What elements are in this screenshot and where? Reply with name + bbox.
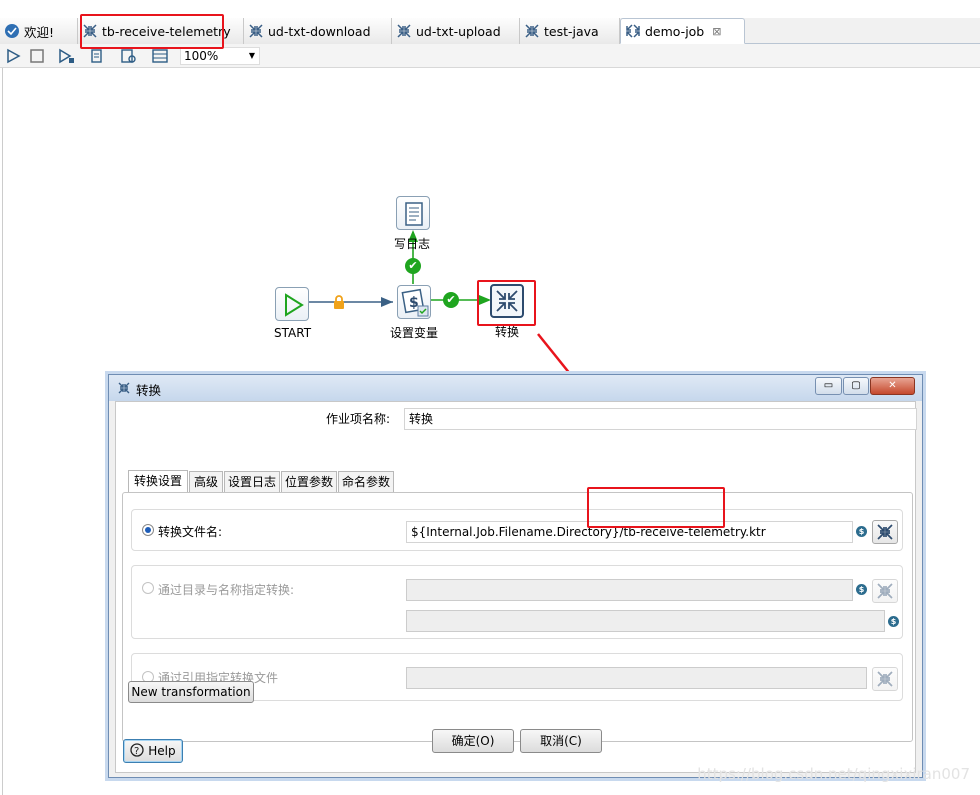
tab-named-params[interactable]: 命名参数	[338, 471, 394, 493]
browse-repository-button[interactable]	[872, 579, 898, 603]
help-icon: ?	[130, 743, 148, 758]
replay-icon[interactable]	[88, 47, 106, 65]
tab-label: test-java	[544, 23, 599, 39]
ok-button[interactable]: 确定(O)	[432, 729, 514, 753]
file-option-radio[interactable]	[142, 524, 154, 536]
reference-input[interactable]	[406, 667, 867, 689]
close-button[interactable]: ✕	[870, 377, 915, 395]
transformation-icon	[877, 583, 893, 599]
transformation-icon	[82, 23, 98, 39]
set-variables-icon: $	[401, 288, 429, 317]
toolbar: 100% ▼	[0, 44, 980, 68]
filename-input[interactable]: ${Internal.Job.Filename.Directory}/tb-re…	[406, 521, 853, 543]
directory-input[interactable]	[406, 579, 853, 601]
set-variables-label: 设置变量	[390, 326, 439, 340]
run-icon[interactable]	[4, 47, 22, 65]
transformation-node-label: 转换	[495, 325, 520, 339]
transformation-name-input[interactable]	[406, 610, 885, 632]
variable-icon[interactable]: $	[856, 584, 867, 595]
watermark: https://blog.csdn.net/qingxixiran007	[697, 765, 970, 783]
repository-option-group: 通过目录与名称指定转换: $ $	[131, 565, 903, 639]
tab-label: tb-receive-telemetry	[102, 23, 231, 39]
tab-tb-receive-telemetry[interactable]: tb-receive-telemetry	[78, 18, 244, 44]
tab-label: demo-job	[645, 23, 705, 39]
dialog-titlebar[interactable]: 转换 ▭ ▢ ✕	[109, 375, 922, 401]
transformation-icon	[248, 23, 264, 39]
stop-icon[interactable]	[28, 47, 46, 65]
maximize-button[interactable]: ▢	[843, 377, 869, 395]
tab-welcome[interactable]: 欢迎!	[0, 18, 78, 44]
write-log-icon	[405, 202, 423, 226]
svg-text:$: $	[409, 295, 419, 311]
tab-ud-txt-download[interactable]: ud-txt-download	[244, 18, 392, 44]
zoom-value: 100%	[184, 49, 219, 63]
job-icon	[625, 23, 641, 39]
run-options-icon[interactable]	[57, 47, 75, 65]
repository-option-radio[interactable]	[142, 582, 154, 594]
transformation-icon	[877, 671, 893, 687]
start-node[interactable]	[275, 287, 309, 321]
dialog-transformation-icon	[117, 381, 131, 398]
tab-demo-job[interactable]: demo-job ⊠	[620, 18, 745, 44]
tab-label: ud-txt-upload	[416, 23, 501, 39]
verify-icon[interactable]	[120, 47, 138, 65]
transformation-dialog: 转换 ▭ ▢ ✕ 作业项名称: 转换 转换设置 高级 设置日志 位置参数 命名参…	[108, 374, 923, 778]
new-transformation-button[interactable]: New transformation	[128, 681, 254, 703]
cancel-button[interactable]: 取消(C)	[520, 729, 602, 753]
repository-option-label: 通过目录与名称指定转换:	[158, 583, 295, 597]
help-button-label: Help	[148, 744, 176, 758]
variable-icon[interactable]: $	[888, 616, 899, 627]
dialog-body: 作业项名称: 转换 转换设置 高级 设置日志 位置参数 命名参数 转换文件名: …	[115, 401, 917, 773]
chevron-down-icon: ▼	[248, 51, 255, 60]
svg-text:?: ?	[134, 746, 139, 757]
help-button[interactable]: ? Help	[123, 739, 183, 763]
tab-logging[interactable]: 设置日志	[224, 471, 280, 493]
file-option-group: 转换文件名: ${Internal.Job.Filename.Directory…	[131, 509, 903, 551]
editor-tab-bar: 欢迎! tb-receive-telemetry ud-txt-download…	[0, 18, 980, 44]
tab-label: 欢迎!	[24, 24, 55, 40]
job-entry-name-label: 作业项名称:	[326, 412, 391, 426]
transformation-icon	[524, 23, 540, 39]
start-icon	[285, 293, 304, 317]
sql-icon[interactable]	[151, 47, 169, 65]
tab-transformation-settings[interactable]: 转换设置	[128, 470, 188, 493]
transformation-icon	[496, 290, 518, 312]
job-entry-name-input[interactable]: 转换	[404, 408, 917, 430]
start-node-label: START	[274, 326, 312, 340]
close-tab-icon[interactable]: ⊠	[712, 25, 721, 38]
transformation-icon	[877, 524, 893, 540]
variable-icon[interactable]: $	[856, 526, 867, 537]
browse-reference-button[interactable]	[872, 667, 898, 691]
tab-ud-txt-upload[interactable]: ud-txt-upload	[392, 18, 520, 44]
file-option-label: 转换文件名:	[158, 525, 223, 539]
transformation-node[interactable]	[490, 284, 524, 318]
hop-success-icon[interactable]: ✔	[443, 292, 459, 308]
lock-icon	[332, 294, 346, 313]
set-variables-node[interactable]: $	[397, 285, 431, 319]
zoom-select[interactable]: 100% ▼	[180, 47, 260, 65]
welcome-icon	[4, 23, 20, 39]
hop-success-icon[interactable]: ✔	[405, 258, 421, 274]
tab-test-java[interactable]: test-java	[520, 18, 620, 44]
write-log-node[interactable]	[396, 196, 430, 230]
tab-advanced[interactable]: 高级	[189, 471, 223, 493]
tab-label: ud-txt-download	[268, 23, 371, 39]
browse-file-button[interactable]	[872, 520, 898, 544]
tab-positional-params[interactable]: 位置参数	[281, 471, 337, 493]
write-log-label: 写日志	[394, 237, 431, 251]
transformation-icon	[396, 23, 412, 39]
settings-panel: 转换文件名: ${Internal.Job.Filename.Directory…	[122, 492, 913, 742]
minimize-button[interactable]: ▭	[815, 377, 842, 395]
dialog-title: 转换	[136, 383, 162, 398]
